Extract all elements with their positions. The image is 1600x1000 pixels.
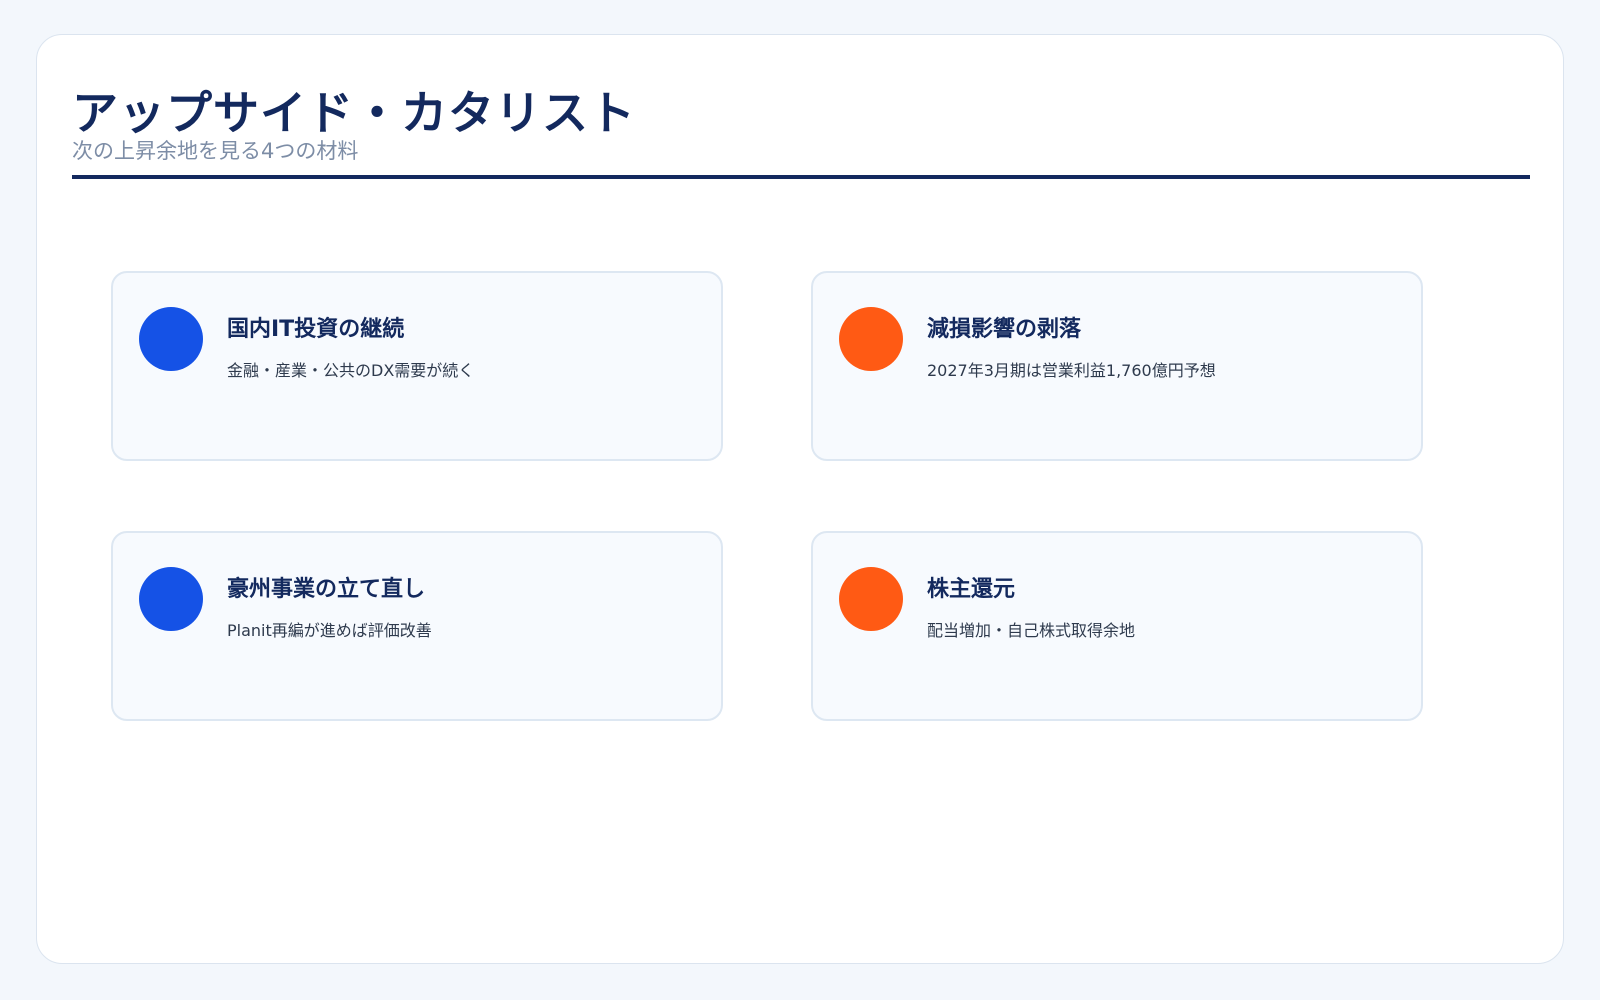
accent-dot-icon — [839, 567, 903, 631]
accent-dot-icon — [139, 567, 203, 631]
card-description: 2027年3月期は営業利益1,760億円予想 — [927, 361, 1216, 380]
card-title: 豪州事業の立て直し — [227, 577, 426, 602]
card-description: 金融・産業・公共のDX需要が続く — [227, 361, 475, 380]
title-divider — [72, 175, 1530, 179]
card-title: 株主還元 — [927, 577, 1016, 602]
card-description: 配当増加・自己株式取得余地 — [927, 621, 1136, 640]
card-description: Planit再編が進めば評価改善 — [227, 621, 432, 640]
slide-panel: アップサイド・カタリスト 次の上昇余地を見る4つの材料 国内IT投資の継続 金融… — [36, 34, 1564, 964]
catalyst-card-shareholder-returns: 株主還元 配当増加・自己株式取得余地 — [811, 531, 1423, 721]
catalyst-card-impairment: 減損影響の剥落 2027年3月期は営業利益1,760億円予想 — [811, 271, 1423, 461]
accent-dot-icon — [839, 307, 903, 371]
page-title: アップサイド・カタリスト — [72, 86, 636, 140]
catalyst-card-australia: 豪州事業の立て直し Planit再編が進めば評価改善 — [111, 531, 723, 721]
page-subtitle: 次の上昇余地を見る4つの材料 — [72, 139, 359, 163]
accent-dot-icon — [139, 307, 203, 371]
catalyst-card-domestic-it: 国内IT投資の継続 金融・産業・公共のDX需要が続く — [111, 271, 723, 461]
card-title: 減損影響の剥落 — [927, 317, 1082, 342]
card-title: 国内IT投資の継続 — [227, 317, 405, 342]
